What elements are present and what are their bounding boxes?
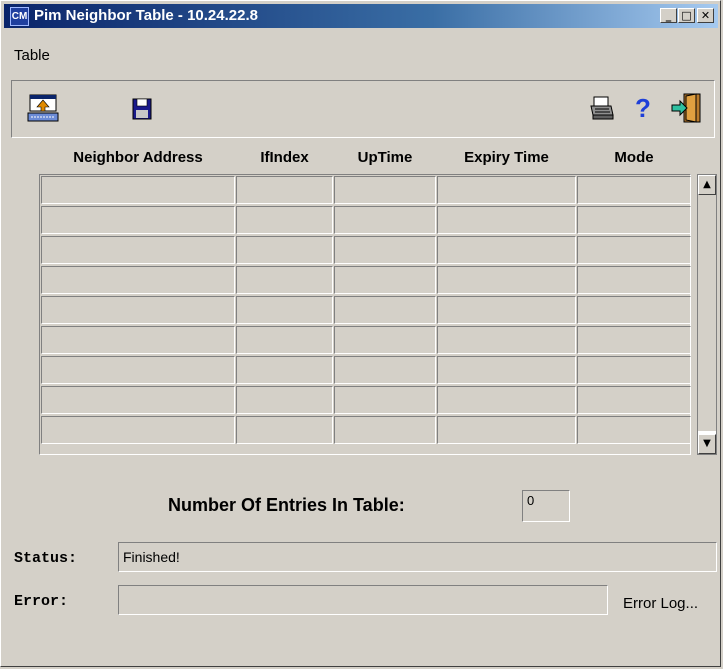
table-cell[interactable]: [41, 326, 235, 354]
print-icon: [590, 96, 614, 120]
entries-count-label: Number Of Entries In Table:: [168, 495, 405, 515]
status-field: Finished!: [118, 542, 717, 572]
neighbor-table[interactable]: [39, 174, 691, 455]
table-cell[interactable]: [41, 296, 235, 324]
table-cell[interactable]: [577, 266, 691, 294]
table-cell[interactable]: [334, 326, 436, 354]
column-header-ifindex: IfIndex: [260, 149, 309, 166]
scroll-up-button[interactable]: ▲: [698, 175, 716, 195]
table-row[interactable]: [40, 326, 691, 356]
table-cell[interactable]: [236, 326, 333, 354]
scroll-down-button[interactable]: ▼: [698, 434, 716, 454]
table-cell[interactable]: [41, 206, 235, 234]
title-bar[interactable]: CM Pim Neighbor Table - 10.24.22.8 _ □ ✕: [4, 4, 718, 28]
error-log-link[interactable]: Error Log...: [623, 595, 698, 612]
print-button[interactable]: [587, 93, 617, 123]
table-row[interactable]: [40, 416, 691, 446]
table-cell[interactable]: [334, 236, 436, 264]
table-cell[interactable]: [437, 236, 576, 264]
save-disk-icon: [132, 98, 152, 120]
table-cell[interactable]: [41, 416, 235, 444]
save-button[interactable]: [128, 95, 156, 123]
table-cell[interactable]: [236, 236, 333, 264]
table-cell[interactable]: [437, 176, 576, 204]
table-cell[interactable]: [437, 296, 576, 324]
table-cell[interactable]: [41, 236, 235, 264]
status-label: Status:: [14, 550, 78, 567]
table-cell[interactable]: [334, 176, 436, 204]
table-row[interactable]: [40, 176, 691, 206]
exit-button[interactable]: [669, 91, 705, 125]
table-cell[interactable]: [41, 356, 235, 384]
table-cell[interactable]: [577, 296, 691, 324]
table-cell[interactable]: [334, 386, 436, 414]
table-row[interactable]: [40, 266, 691, 296]
table-cell[interactable]: [577, 206, 691, 234]
table-row[interactable]: [40, 236, 691, 266]
table-row[interactable]: [40, 356, 691, 386]
menu-table[interactable]: Table: [14, 47, 50, 64]
table-cell[interactable]: [437, 326, 576, 354]
table-cell[interactable]: [437, 356, 576, 384]
exit-door-icon: [671, 93, 701, 123]
table-cell[interactable]: [236, 386, 333, 414]
table-row[interactable]: [40, 296, 691, 326]
table-cell[interactable]: [334, 356, 436, 384]
table-cell[interactable]: [437, 386, 576, 414]
table-cell[interactable]: [236, 176, 333, 204]
window: CM Pim Neighbor Table - 10.24.22.8 _ □ ✕…: [0, 0, 721, 667]
table-cell[interactable]: [577, 416, 691, 444]
table-cell[interactable]: [236, 296, 333, 324]
table-cell[interactable]: [577, 386, 691, 414]
minimize-button[interactable]: _: [660, 8, 677, 23]
table-row[interactable]: [40, 206, 691, 236]
load-table-icon: [27, 94, 59, 122]
entries-count-value: 0: [522, 490, 570, 522]
table-cell[interactable]: [236, 266, 333, 294]
window-title: Pim Neighbor Table - 10.24.22.8: [34, 7, 258, 24]
close-button[interactable]: ✕: [697, 8, 714, 23]
error-label: Error:: [14, 593, 69, 610]
table-cell[interactable]: [577, 326, 691, 354]
table-cell[interactable]: [334, 206, 436, 234]
load-table-button[interactable]: [26, 91, 60, 125]
table-cell[interactable]: [577, 176, 691, 204]
table-cell[interactable]: [577, 356, 691, 384]
table-cell[interactable]: [236, 416, 333, 444]
toolbar: ?: [11, 80, 715, 138]
column-header-uptime: UpTime: [357, 149, 413, 166]
table-cell[interactable]: [577, 236, 691, 264]
table-cell[interactable]: [41, 386, 235, 414]
table-cell[interactable]: [41, 176, 235, 204]
table-cell[interactable]: [437, 416, 576, 444]
app-logo-icon: CM: [10, 7, 29, 26]
column-header-expiry-time: Expiry Time: [464, 149, 549, 166]
table-cell[interactable]: [236, 356, 333, 384]
maximize-button[interactable]: □: [678, 8, 695, 23]
table-cell[interactable]: [334, 416, 436, 444]
vertical-scrollbar[interactable]: ▲ ▼: [697, 174, 717, 455]
table-cell[interactable]: [437, 206, 576, 234]
table-cell[interactable]: [334, 296, 436, 324]
table-cell[interactable]: [236, 206, 333, 234]
table-cell[interactable]: [437, 266, 576, 294]
error-field: [118, 585, 608, 615]
menu-bar: Table: [4, 45, 718, 67]
help-button[interactable]: ?: [630, 93, 656, 123]
table-row[interactable]: [40, 386, 691, 416]
table-cell[interactable]: [41, 266, 235, 294]
column-header-neighbor-address: Neighbor Address: [73, 149, 203, 166]
column-header-mode: Mode: [614, 149, 654, 166]
table-cell[interactable]: [334, 266, 436, 294]
help-icon: ?: [635, 92, 651, 123]
